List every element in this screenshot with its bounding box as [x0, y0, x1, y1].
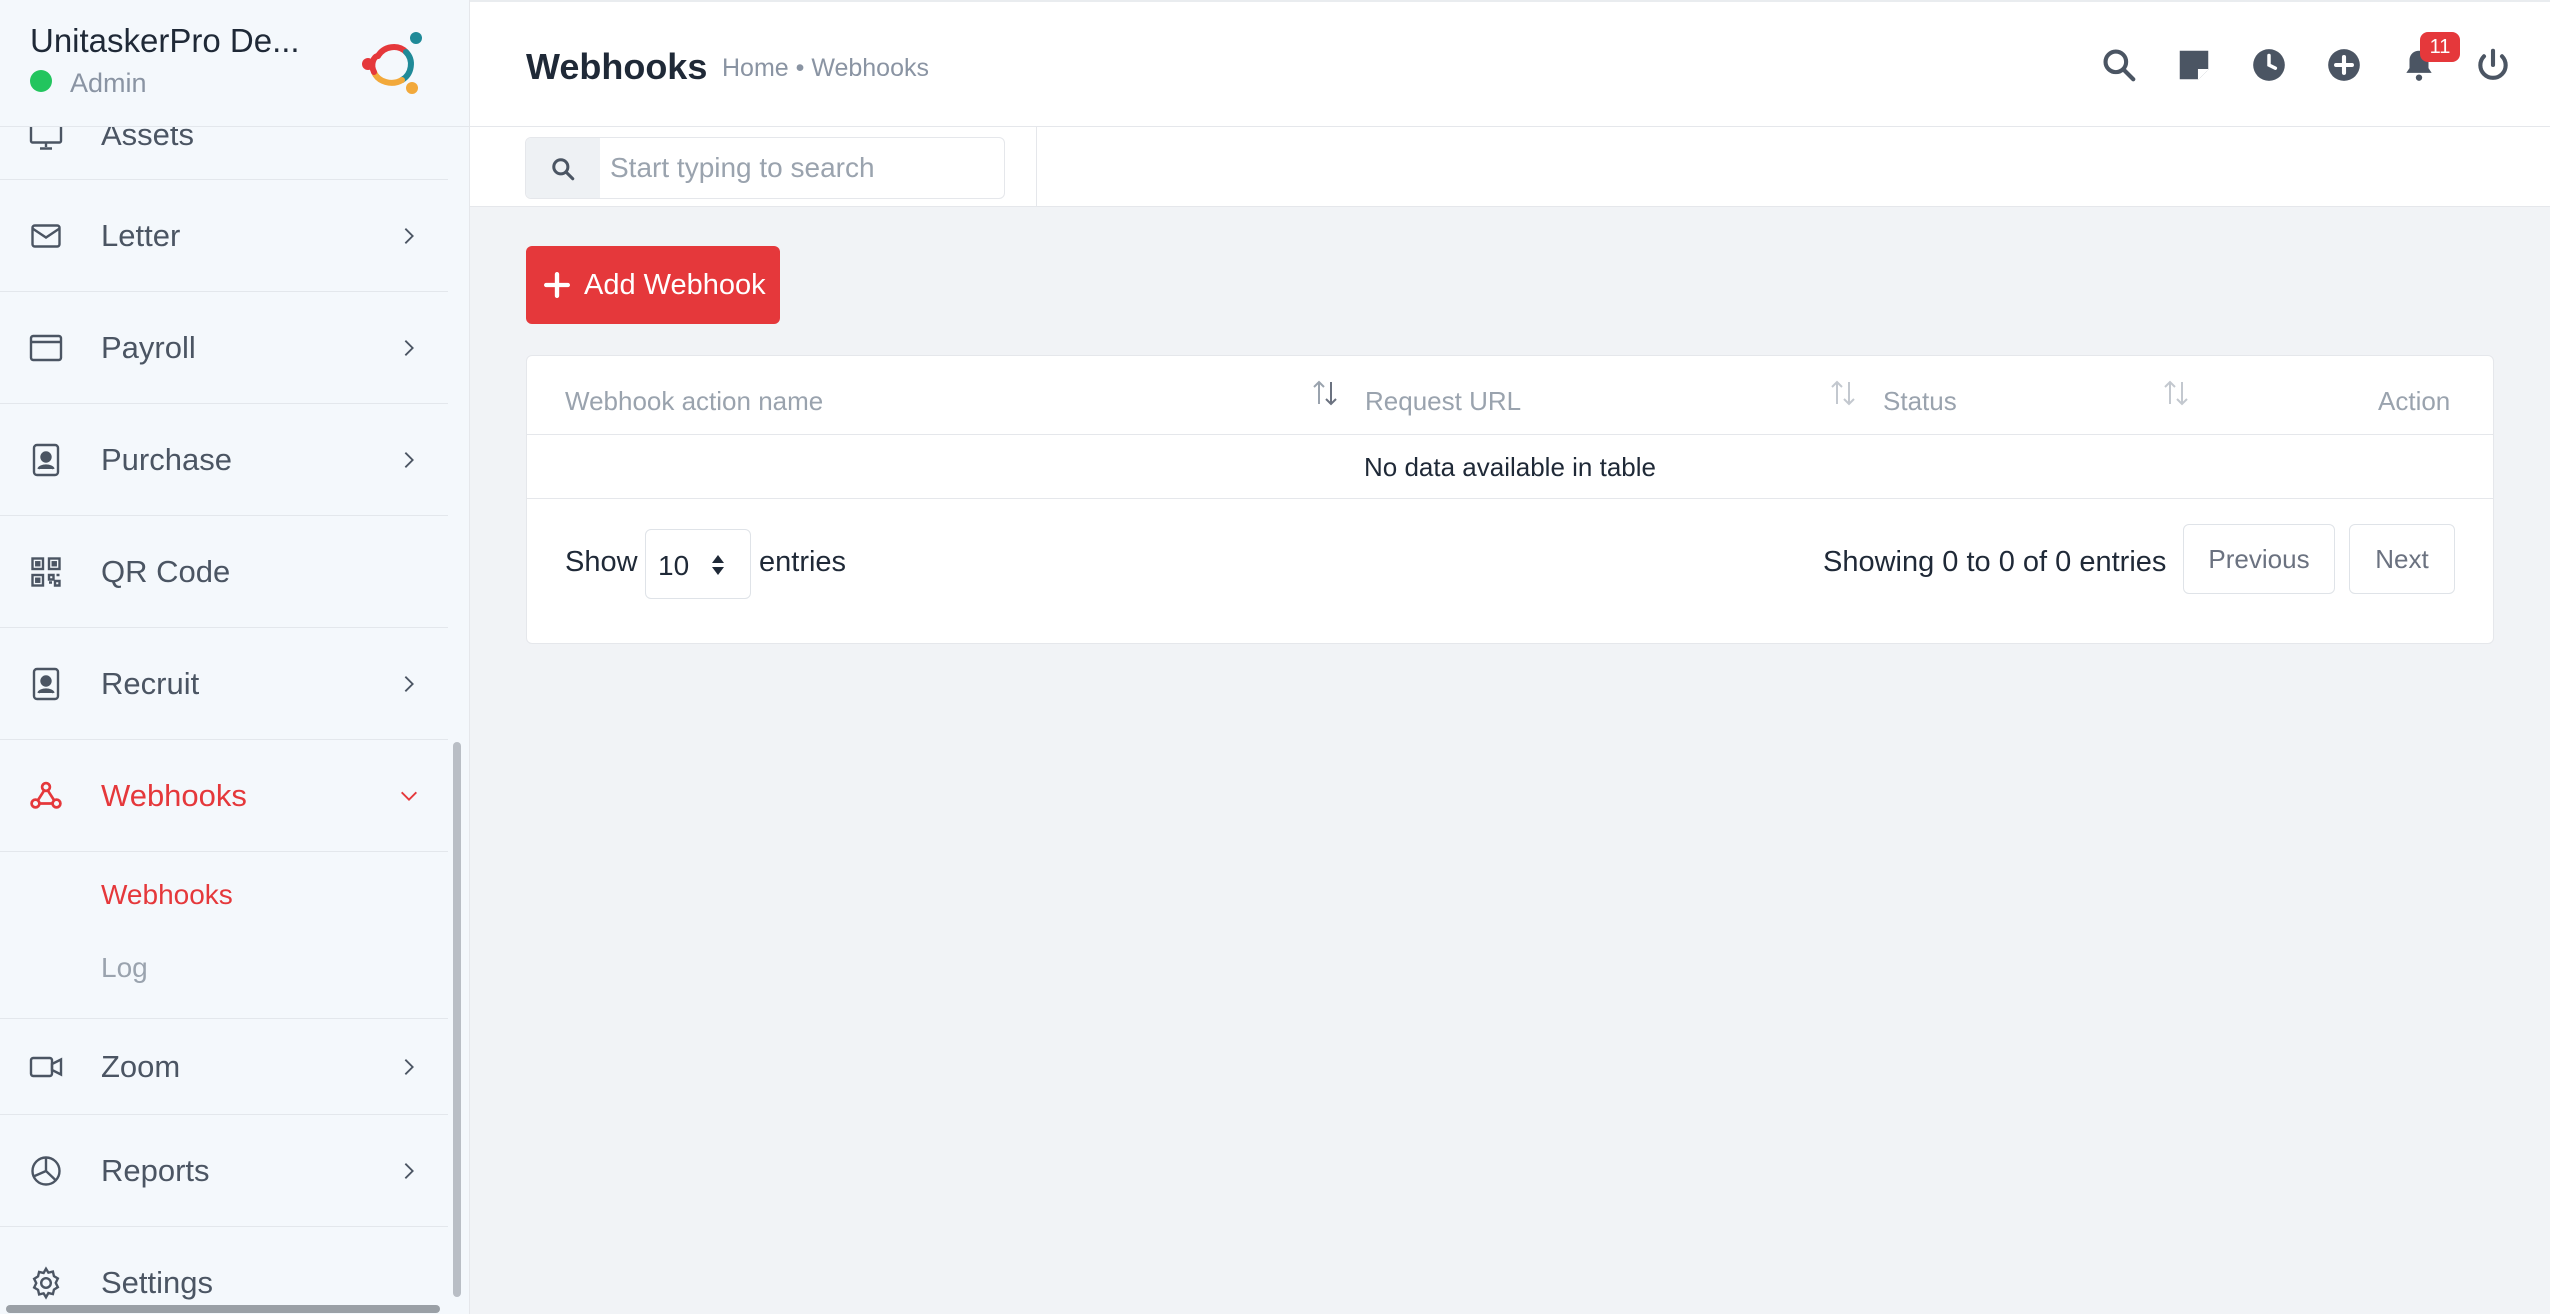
sticky-note-icon[interactable]: [2175, 46, 2213, 84]
chevron-right-icon: [404, 451, 414, 468]
sidebar-item-settings[interactable]: Settings: [0, 1227, 448, 1314]
sidebar: Assets Letter Payroll Purchase QR Code R…: [0, 0, 470, 1314]
wallet-icon: [29, 334, 63, 361]
chevron-right-icon: [404, 1162, 414, 1179]
gear-icon: [32, 1266, 60, 1300]
show-label: Show: [565, 546, 638, 578]
clock-icon[interactable]: [2250, 46, 2288, 84]
notification-badge: 11: [2420, 32, 2460, 62]
search-icon: [552, 158, 575, 181]
sort-icon[interactable]: [2162, 378, 2190, 408]
chevron-right-icon: [404, 227, 414, 244]
column-header-action-name[interactable]: Webhook action name: [565, 386, 823, 417]
sidebar-item-qr-code[interactable]: QR Code: [0, 516, 448, 628]
top-header: Webhooks Home • Webhooks 11: [470, 0, 2550, 127]
add-webhook-label: Add Webhook: [584, 269, 766, 301]
sidebar-item-label: Reports: [101, 1152, 210, 1188]
divider: [1036, 127, 1037, 207]
next-button[interactable]: Next: [2349, 524, 2455, 594]
search-input[interactable]: [610, 138, 1000, 198]
sidebar-item-letter[interactable]: Letter: [0, 180, 448, 292]
sidebar-horizontal-scrollbar[interactable]: [6, 1305, 440, 1313]
video-icon: [29, 1056, 63, 1077]
pie-chart-icon: [31, 1155, 61, 1186]
add-circle-icon[interactable]: [2325, 46, 2363, 84]
table-info: Showing 0 to 0 of 0 entries: [1823, 546, 2167, 578]
chevron-right-icon: [404, 1058, 414, 1075]
sidebar-item-webhooks[interactable]: Webhooks: [0, 740, 448, 852]
sidebar-item-label: QR Code: [101, 553, 231, 589]
chevron-down-icon: [401, 791, 417, 801]
sidebar-item-reports[interactable]: Reports: [0, 1115, 448, 1227]
sidebar-menu: Assets Letter Payroll Purchase QR Code R…: [0, 90, 448, 1314]
sidebar-item-label: Letter: [101, 217, 181, 253]
search-icon[interactable]: [2100, 46, 2138, 84]
column-header-request-url[interactable]: Request URL: [1365, 386, 1521, 417]
chevron-right-icon: [404, 339, 414, 356]
sidebar-item-payroll[interactable]: Payroll: [0, 292, 448, 404]
online-status-dot: [30, 70, 52, 92]
chevron-right-icon: [404, 675, 414, 692]
sort-arrows-icon: [712, 555, 724, 575]
empty-table-message: No data available in table: [1364, 452, 1656, 482]
divider: [527, 434, 2493, 435]
sidebar-item-label: Settings: [101, 1265, 214, 1300]
sidebar-item-label: Recruit: [101, 665, 200, 701]
webhooks-submenu: Webhooks Log: [0, 852, 448, 1019]
divider: [527, 498, 2493, 499]
power-icon[interactable]: [2474, 46, 2512, 84]
company-logo: [362, 32, 422, 94]
column-header-action: Action: [2378, 386, 2451, 416]
envelope-icon: [31, 223, 61, 248]
entries-per-page-select[interactable]: 10: [645, 529, 751, 599]
breadcrumb[interactable]: Home • Webhooks: [722, 54, 929, 83]
submenu-item-log[interactable]: Log: [0, 931, 448, 1004]
id-badge-icon: [32, 443, 60, 476]
search-addon: [526, 138, 600, 198]
previous-button[interactable]: Previous: [2183, 524, 2335, 594]
entries-label: entries: [759, 546, 847, 578]
sidebar-scrollbar[interactable]: [453, 742, 461, 1297]
entries-per-page-value: 10: [658, 550, 690, 581]
sidebar-item-recruit[interactable]: Recruit: [0, 628, 448, 740]
sidebar-item-zoom[interactable]: Zoom: [0, 1019, 448, 1115]
search-bar: [470, 127, 2550, 207]
sidebar-item-label: Webhooks: [101, 777, 247, 813]
webhooks-table-card: Webhook action name Request URL Status A…: [526, 355, 2494, 644]
sidebar-item-purchase[interactable]: Purchase: [0, 404, 448, 516]
column-header-status[interactable]: Status: [1883, 386, 1957, 417]
sort-icon[interactable]: [1829, 378, 1857, 408]
id-badge-icon: [32, 667, 60, 700]
submenu-item-webhooks[interactable]: Webhooks: [0, 858, 448, 931]
sort-icon[interactable]: [1311, 378, 1339, 408]
sidebar-item-label: Payroll: [101, 329, 196, 365]
qr-code-icon: [31, 556, 61, 587]
search-box: [525, 137, 1005, 199]
page-title: Webhooks: [526, 46, 708, 87]
company-name: UnitaskerPro De...: [30, 22, 300, 59]
webhook-icon: [30, 781, 62, 809]
brand-header: UnitaskerPro De... Admin: [0, 0, 469, 127]
sidebar-item-label: Zoom: [101, 1048, 181, 1084]
sidebar-item-label: Purchase: [101, 441, 232, 477]
user-role: Admin: [70, 68, 147, 98]
plus-icon: [544, 272, 570, 298]
add-webhook-button[interactable]: Add Webhook: [526, 246, 780, 324]
